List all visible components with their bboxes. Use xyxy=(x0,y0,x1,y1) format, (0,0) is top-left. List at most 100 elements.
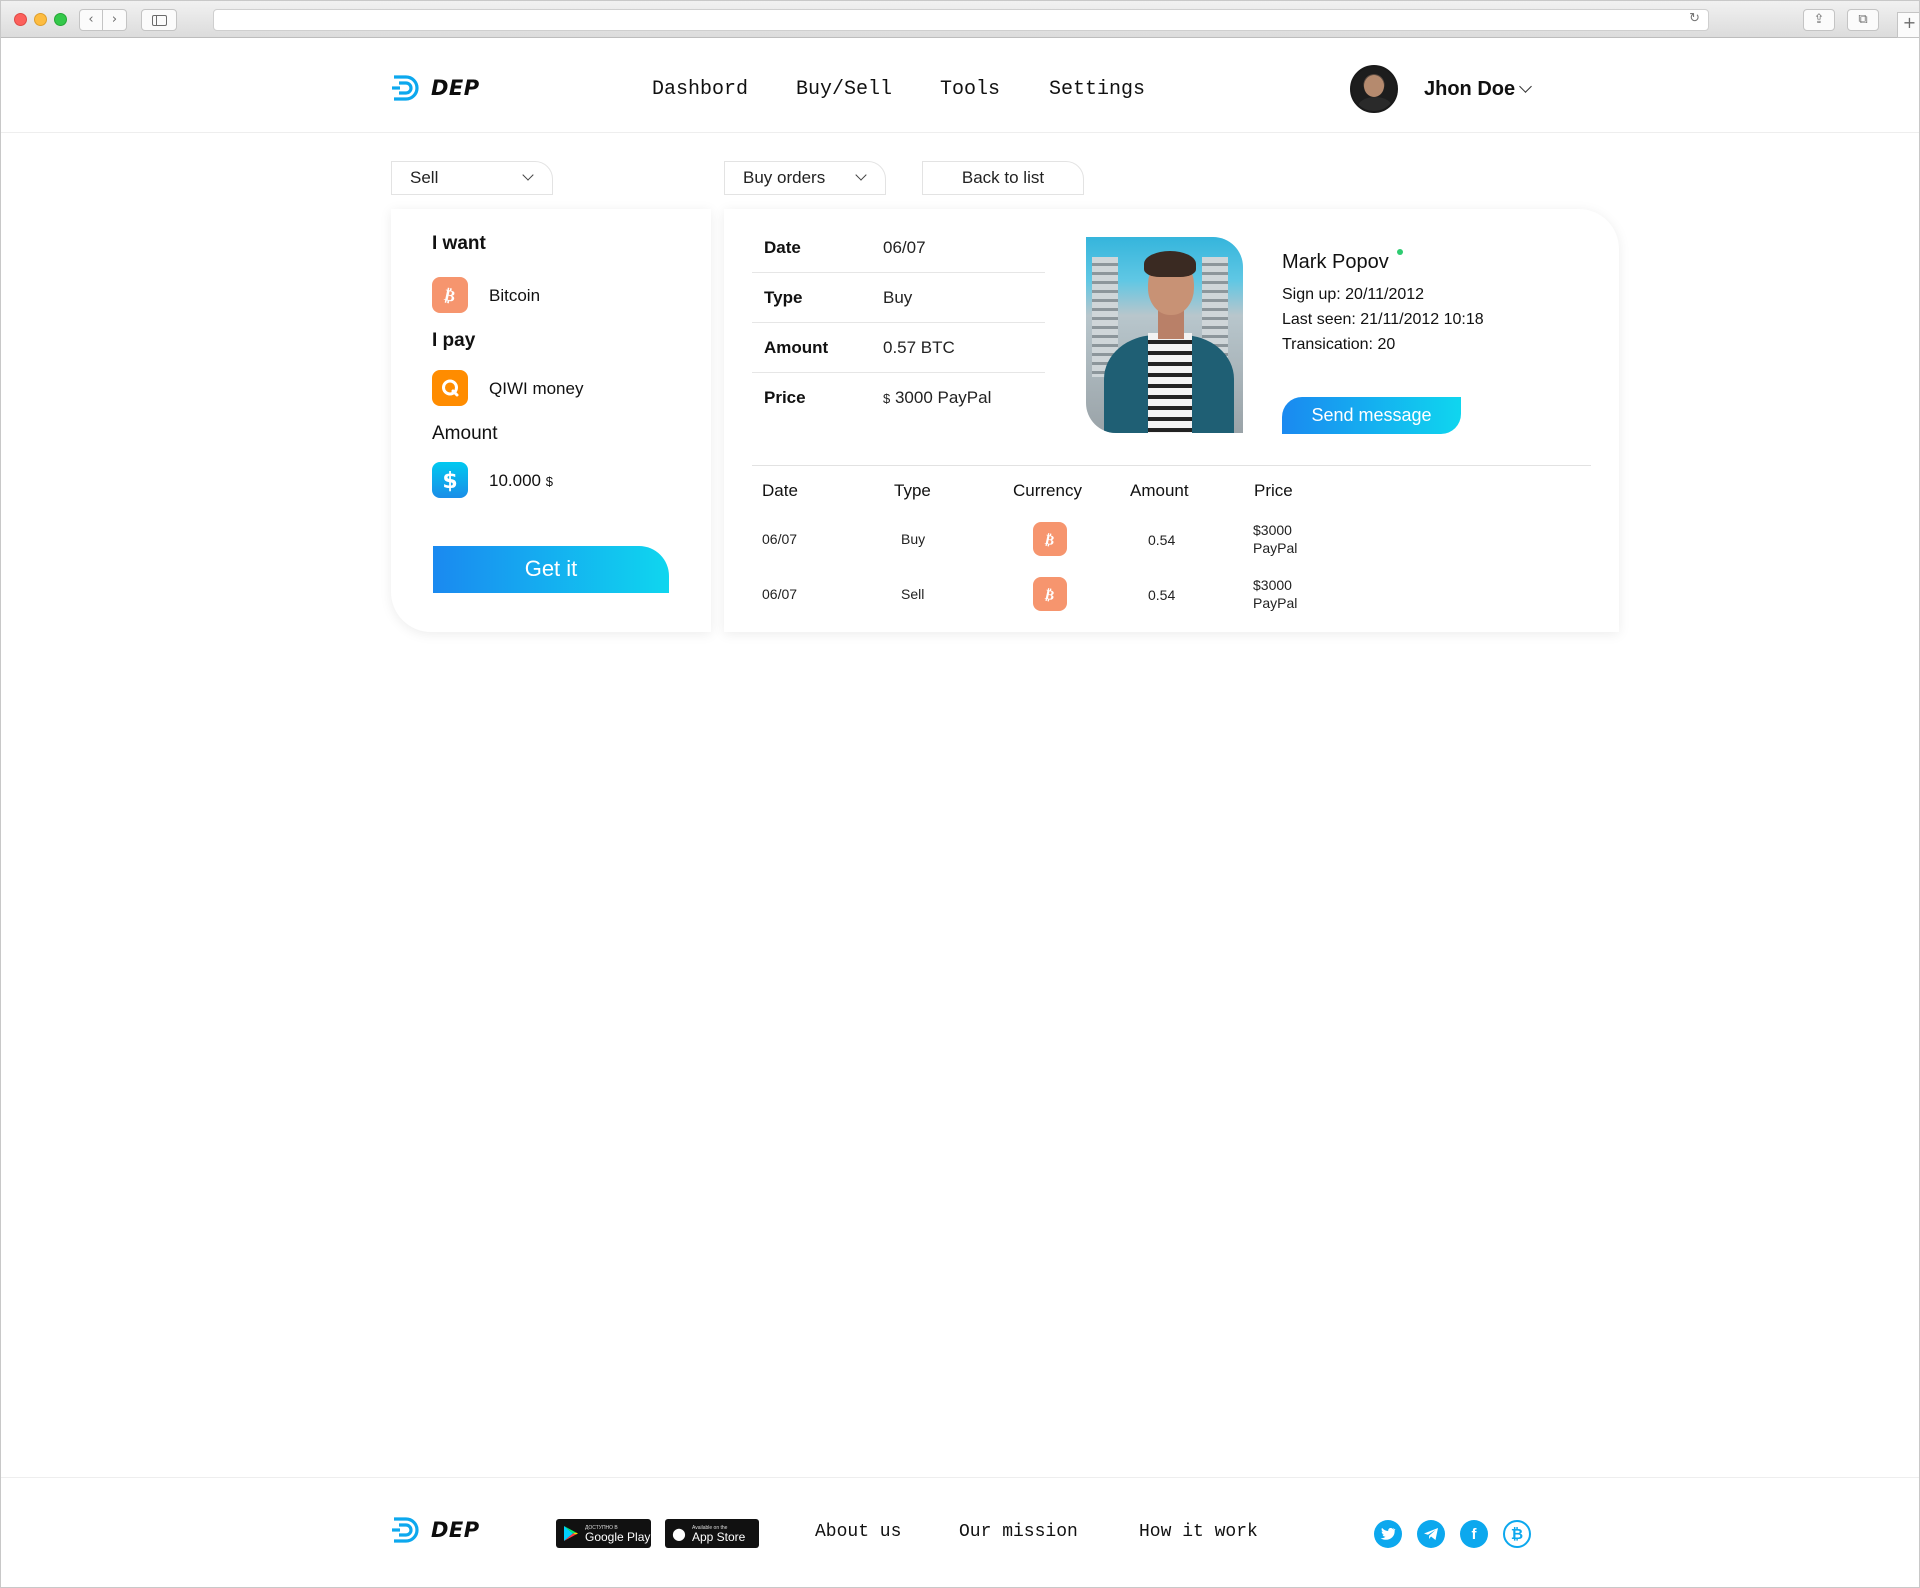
svg-text:$: $ xyxy=(442,469,457,493)
site-footer: DEP ДОСТУПНО В Google Play ● Available on… xyxy=(1,1477,1919,1587)
dep-logo-icon xyxy=(392,1517,419,1543)
price-currency: $ xyxy=(883,391,891,406)
table-cell-amount: 0.54 xyxy=(1148,587,1176,603)
trader-signup: Sign up: 20/11/2012 xyxy=(1282,286,1425,303)
brand-name: DEP xyxy=(431,76,480,100)
orders-select[interactable]: Buy orders xyxy=(724,161,886,195)
bitcoin-icon: ₿ xyxy=(1033,577,1067,611)
price-method: PayPal xyxy=(1253,540,1298,556)
amount-label: Amount xyxy=(432,423,498,444)
want-value[interactable]: Bitcoin xyxy=(489,286,540,306)
order-detail-card: Date 06/07 Type Buy Amount 0.57 BTC Pric… xyxy=(724,209,1619,632)
nav-item-dashboard[interactable]: Dashbord xyxy=(652,78,748,101)
order-field-value: 0.57 BTC xyxy=(883,338,955,357)
app-store-text: App Store xyxy=(691,1529,746,1544)
trader-transactions: Transication: 20 xyxy=(1282,336,1396,353)
bitcoin-icon: ₿ xyxy=(1033,522,1067,556)
order-field-value: 06/07 xyxy=(883,238,926,257)
user-name[interactable]: Jhon Doe xyxy=(1424,78,1515,101)
column-header-price: Price xyxy=(1254,481,1293,500)
twitter-icon[interactable] xyxy=(1374,1520,1402,1548)
browser-back-button[interactable]: ‹ xyxy=(79,9,103,31)
nav-item-buy-sell[interactable]: Buy/Sell xyxy=(796,78,892,101)
google-play-text: Google Play xyxy=(585,1529,651,1544)
column-header-currency: Currency xyxy=(1013,481,1082,500)
google-play-badge[interactable]: ДОСТУПНО В Google Play xyxy=(556,1519,651,1548)
amount-input[interactable]: 10.000 $ xyxy=(489,471,553,491)
facebook-icon[interactable]: f xyxy=(1460,1520,1488,1548)
dollar-icon: $ xyxy=(432,462,468,498)
nav-item-tools[interactable]: Tools xyxy=(940,78,1000,101)
table-cell-price: $3000 PayPal xyxy=(1253,521,1297,557)
brand-name: DEP xyxy=(431,1518,480,1542)
price-amount: $3000 xyxy=(1253,522,1292,538)
table-cell-type: Sell xyxy=(901,586,925,602)
address-bar[interactable]: ↻ xyxy=(213,9,1709,31)
bitcoin-icon: ₿ xyxy=(432,277,468,313)
brand-logo[interactable]: DEP xyxy=(391,74,480,102)
browser-window: ‹ › ↻ ⇪ ⧉ + DEP Dashbord Buy/Sell Tools … xyxy=(0,0,1920,1588)
chevron-down-icon xyxy=(855,169,867,181)
order-field-row: Price $ 3000 PayPal xyxy=(752,373,1045,423)
table-cell-amount: 0.54 xyxy=(1148,532,1176,548)
table-cell-date: 06/07 xyxy=(762,531,798,547)
price-value: 3000 PayPal xyxy=(894,388,992,407)
reload-icon[interactable]: ↻ xyxy=(1689,11,1700,26)
order-field-value: $ 3000 PayPal xyxy=(883,388,991,408)
tabs-overview-button[interactable]: ⧉ xyxy=(1847,9,1879,31)
amount-currency: $ xyxy=(545,474,553,489)
footer-link-mission[interactable]: Our mission xyxy=(959,1522,1078,1542)
amount-value: 10.000 xyxy=(489,471,541,490)
order-field-key: Amount xyxy=(764,338,829,357)
footer-link-how-it-work[interactable]: How it work xyxy=(1139,1522,1258,1542)
svg-text:₿: ₿ xyxy=(443,285,458,306)
google-play-icon xyxy=(564,1526,578,1541)
column-header-type: Type xyxy=(894,481,931,500)
svg-text:₿: ₿ xyxy=(1044,587,1056,604)
table-cell-price: $3000 PayPal xyxy=(1253,576,1297,612)
trade-form-card: I want ₿ Bitcoin I pay QIWI money Amount… xyxy=(391,209,711,632)
order-field-row: Type Buy xyxy=(752,273,1045,323)
price-amount: $3000 xyxy=(1253,577,1292,593)
table-cell-type: Buy xyxy=(901,531,926,547)
pay-value[interactable]: QIWI money xyxy=(489,379,583,399)
trader-last-seen: Last seen: 21/11/2012 10:18 xyxy=(1282,311,1484,328)
mode-select[interactable]: Sell xyxy=(391,161,553,195)
chevron-down-icon xyxy=(522,169,534,181)
zoom-window-button[interactable] xyxy=(54,13,67,26)
svg-text:₿: ₿ xyxy=(1044,532,1056,549)
column-header-amount: Amount xyxy=(1130,481,1189,500)
close-window-button[interactable] xyxy=(14,13,27,26)
trader-name[interactable]: Mark Popov xyxy=(1282,251,1389,274)
nav-item-settings[interactable]: Settings xyxy=(1049,78,1145,101)
footer-link-about[interactable]: About us xyxy=(815,1522,901,1542)
sidebar-toggle-button[interactable] xyxy=(141,9,177,31)
browser-forward-button[interactable]: › xyxy=(103,9,127,31)
send-message-button[interactable]: Send message xyxy=(1282,397,1461,434)
footer-logo[interactable]: DEP xyxy=(391,1516,480,1544)
divider xyxy=(752,465,1591,466)
app-store-badge[interactable]: ● Available on the App Store xyxy=(665,1519,759,1548)
telegram-icon[interactable] xyxy=(1417,1520,1445,1548)
mode-select-value: Sell xyxy=(410,168,439,187)
minimize-window-button[interactable] xyxy=(34,13,47,26)
want-label: I want xyxy=(432,233,486,254)
sidebar-icon xyxy=(151,15,167,26)
bitcoin-icon[interactable]: ₿ xyxy=(1503,1520,1531,1548)
get-it-button[interactable]: Get it xyxy=(433,546,669,593)
chevron-down-icon[interactable] xyxy=(1519,79,1532,93)
back-to-list-label: Back to list xyxy=(961,168,1045,187)
online-status-dot xyxy=(1397,249,1403,255)
orders-select-value: Buy orders xyxy=(743,168,826,187)
user-avatar[interactable] xyxy=(1350,65,1398,113)
site-header: DEP Dashbord Buy/Sell Tools Settings Jho… xyxy=(1,38,1919,133)
order-field-value: Buy xyxy=(883,288,913,307)
trader-photo xyxy=(1086,237,1243,433)
back-to-list-button[interactable]: Back to list xyxy=(922,161,1084,195)
user-menu[interactable]: Jhon Doe xyxy=(1350,65,1532,113)
apple-icon: ● xyxy=(672,1524,686,1543)
order-field-key: Date xyxy=(764,238,801,257)
order-field-row: Date 06/07 xyxy=(752,223,1045,273)
new-tab-button[interactable]: + xyxy=(1897,12,1919,38)
share-button[interactable]: ⇪ xyxy=(1803,9,1835,31)
